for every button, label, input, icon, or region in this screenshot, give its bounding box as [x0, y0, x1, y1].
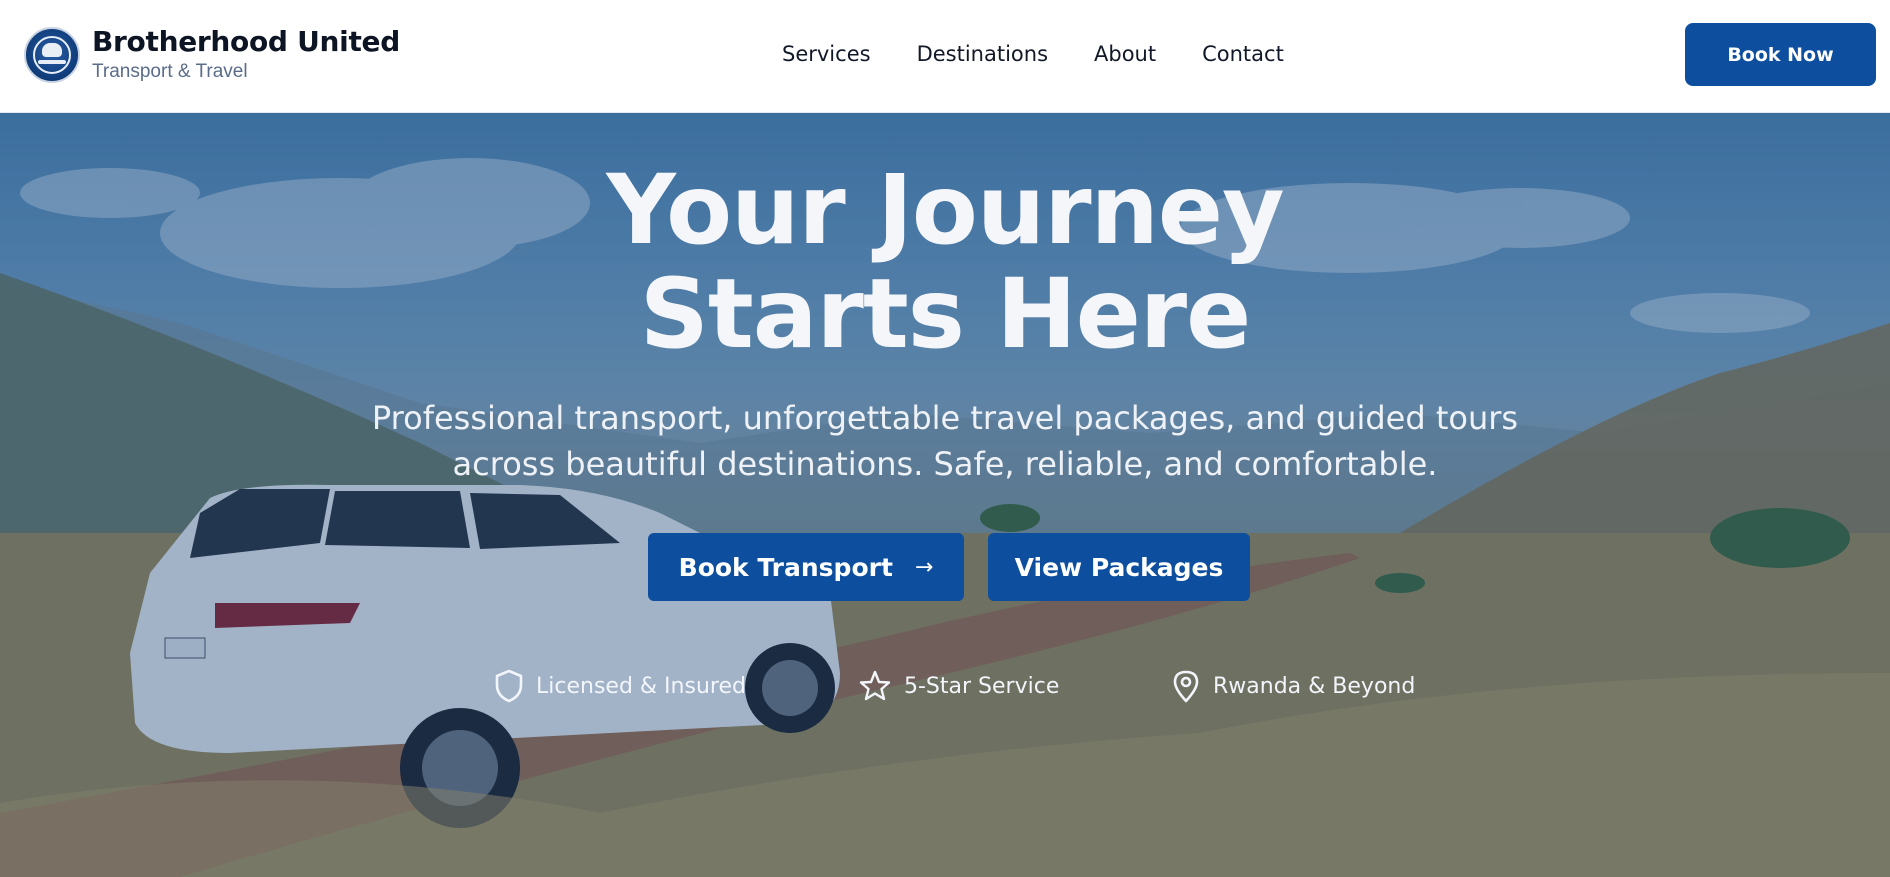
book-now-button[interactable]: Book Now [1685, 23, 1876, 86]
shield-icon [495, 669, 523, 703]
view-packages-button[interactable]: View Packages [988, 533, 1250, 601]
brand-tagline: Transport & Travel [92, 61, 248, 82]
brand-text: Brotherhood United Transport & Travel [92, 26, 400, 83]
badge-location-label: Rwanda & Beyond [1213, 673, 1416, 699]
nav-link-about[interactable]: About [1094, 40, 1156, 68]
nav-link-destinations[interactable]: Destinations [917, 40, 1048, 68]
hero-subtitle: Professional transport, unforgettable tr… [371, 399, 1519, 483]
main-nav: Services Destinations About Contact [782, 40, 1284, 68]
brand[interactable]: Brotherhood United Transport & Travel [24, 26, 400, 83]
badge-licensed: Licensed & Insured [494, 669, 746, 703]
hero-headline: Your Journey Starts Here [0, 158, 1890, 366]
badge-service: 5-Star Service [858, 669, 1059, 703]
hero-headline-line-2: Starts Here [639, 258, 1252, 370]
site-header: Brotherhood United Transport & Travel Se… [0, 0, 1890, 113]
hero-section: Your Journey Starts Here Professional tr… [0, 113, 1890, 877]
badge-licensed-label: Licensed & Insured [536, 673, 746, 699]
hero-content: Your Journey Starts Here Professional tr… [0, 113, 1890, 877]
badge-location: Rwanda & Beyond [1171, 669, 1415, 703]
company-emblem-icon[interactable] [24, 26, 80, 83]
brand-name: Brotherhood United [92, 25, 400, 58]
nav-link-services[interactable]: Services [782, 40, 871, 68]
book-transport-label: Book Transport [678, 552, 893, 582]
badge-service-label: 5-Star Service [904, 673, 1060, 699]
arrow-right-icon: → [914, 554, 934, 580]
nav-link-contact[interactable]: Contact [1202, 40, 1284, 68]
book-transport-button[interactable]: Book Transport → [648, 533, 964, 601]
hero-headline-line-1: Your Journey [606, 154, 1284, 266]
map-pin-icon [1173, 670, 1199, 703]
star-icon [859, 670, 891, 701]
